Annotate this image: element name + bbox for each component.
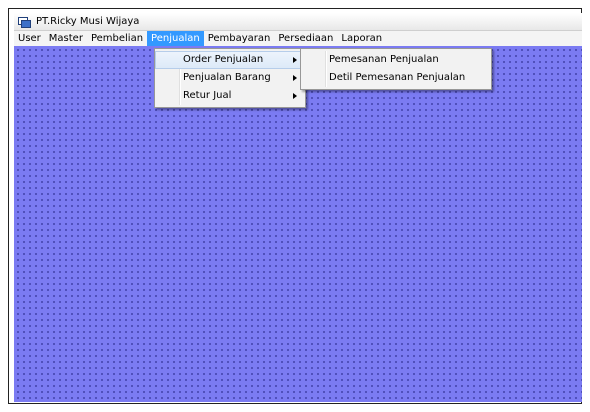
penjualan-dropdown: Order Penjualan Penjualan Barang Retur J… <box>154 48 306 108</box>
submenu-arrow-icon <box>293 57 297 63</box>
window-title: PT.Ricky Musi Wijaya <box>36 16 140 27</box>
menu-item-detil-pemesanan-penjualan[interactable]: Detil Pemesanan Penjualan <box>301 69 491 87</box>
submenu-arrow-icon <box>293 93 297 99</box>
menu-penjualan[interactable]: Penjualan <box>147 31 204 46</box>
menu-master[interactable]: Master <box>45 31 87 46</box>
menu-bar: User Master Pembelian Penjualan Pembayar… <box>14 31 582 46</box>
menu-persediaan[interactable]: Persediaan <box>274 31 337 46</box>
title-bar: PT.Ricky Musi Wijaya <box>14 13 582 31</box>
menu-laporan[interactable]: Laporan <box>337 31 386 46</box>
menu-pembayaran[interactable]: Pembayaran <box>204 31 275 46</box>
menu-item-retur-jual[interactable]: Retur Jual <box>155 87 305 105</box>
order-penjualan-submenu: Pemesanan Penjualan Detil Pemesanan Penj… <box>300 48 492 90</box>
menu-item-label: Order Penjualan <box>183 54 264 65</box>
menu-item-label: Pemesanan Penjualan <box>329 54 439 65</box>
menu-item-order-penjualan[interactable]: Order Penjualan <box>155 51 305 69</box>
menu-pembelian[interactable]: Pembelian <box>87 31 147 46</box>
menu-item-pemesanan-penjualan[interactable]: Pemesanan Penjualan <box>301 51 491 69</box>
submenu-arrow-icon <box>293 75 297 81</box>
menu-item-label: Detil Pemesanan Penjualan <box>329 72 466 83</box>
mdi-window-icon <box>18 16 31 28</box>
menu-item-penjualan-barang[interactable]: Penjualan Barang <box>155 69 305 87</box>
menu-user[interactable]: User <box>14 31 45 46</box>
menu-item-label: Penjualan Barang <box>183 72 271 83</box>
menu-item-label: Retur Jual <box>183 90 232 101</box>
